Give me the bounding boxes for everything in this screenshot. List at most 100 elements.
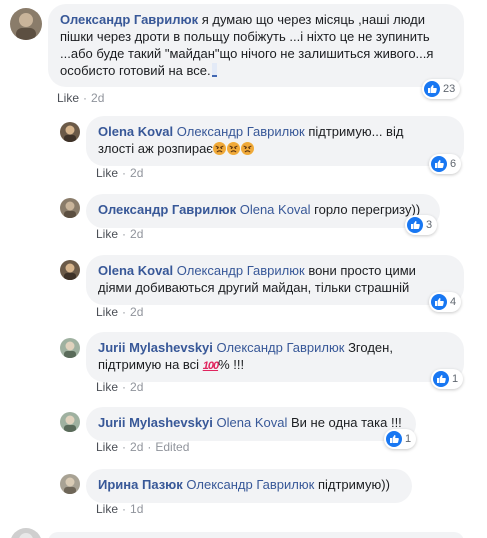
separator: · bbox=[122, 380, 127, 394]
comment-actions: Like · 2d bbox=[96, 166, 143, 180]
avatar[interactable] bbox=[10, 528, 42, 538]
reaction-number: 1 bbox=[405, 433, 412, 445]
timestamp[interactable]: 2d bbox=[130, 305, 143, 319]
comment-text: Ви не одна така !!! bbox=[290, 415, 402, 430]
comment-author[interactable]: Олександр Гаврилюк bbox=[98, 202, 236, 217]
angry-face-emoji bbox=[240, 142, 254, 155]
like-button[interactable]: Like bbox=[96, 305, 118, 319]
comment-text: пішки через дроти в польщу побіжуть ...і… bbox=[60, 29, 430, 44]
reply: Ирина Пазюк Олександр Гаврилюк підтримую… bbox=[0, 464, 487, 520]
comment-actions: Like · 1d bbox=[96, 502, 143, 516]
comment-text: я думаю що через місяць ,наші люди bbox=[201, 12, 426, 27]
reply: Олександр Гаврилюк Olena Koval горло пер… bbox=[0, 190, 487, 246]
avatar[interactable] bbox=[60, 198, 80, 218]
text-cursor bbox=[211, 63, 217, 77]
like-button[interactable]: Like bbox=[96, 380, 118, 394]
reaction-number: 6 bbox=[450, 158, 457, 170]
reaction-number: 1 bbox=[452, 373, 459, 385]
comment-text: % !!! bbox=[218, 357, 245, 372]
avatar[interactable] bbox=[60, 260, 80, 280]
thumbs-up-icon bbox=[431, 156, 447, 172]
reply: Jurii Mylashevskyi Olena Koval Ви не одн… bbox=[0, 404, 487, 460]
like-button[interactable]: Like bbox=[96, 440, 118, 454]
like-button[interactable]: Like bbox=[96, 227, 118, 241]
comment-actions: Like · 2d bbox=[96, 380, 143, 394]
angry-face-emoji bbox=[226, 142, 240, 155]
mention-link[interactable]: Олександр Гаврилюк bbox=[177, 124, 305, 139]
like-button[interactable]: Like bbox=[96, 166, 118, 180]
reaction-number: 23 bbox=[443, 83, 456, 95]
comment-bubble: Олександр Гаврилюк я думаю що через міся… bbox=[48, 4, 464, 87]
comment-actions: Like · 2d bbox=[57, 91, 104, 105]
mention-link[interactable]: Olena Koval bbox=[240, 202, 311, 217]
timestamp[interactable]: 2d bbox=[130, 440, 143, 454]
comment-text: підтримую на всі bbox=[98, 357, 200, 372]
mention-link[interactable]: Olena Koval bbox=[217, 415, 288, 430]
avatar[interactable] bbox=[60, 338, 80, 358]
comment-bubble: Ирина Пазюк Олександр Гаврилюк підтримую… bbox=[86, 469, 412, 503]
comment-bubble: Olena Koval Олександр Гаврилюк вони прос… bbox=[86, 255, 464, 305]
thumbs-up-icon bbox=[433, 371, 449, 387]
reaction-count[interactable]: 1 bbox=[431, 369, 464, 389]
comment-bubble: Jurii Mylashevskyi Олександр Гаврилюк Зг… bbox=[86, 332, 464, 382]
timestamp[interactable]: 2d bbox=[130, 227, 143, 241]
separator: · bbox=[122, 166, 127, 180]
comment-author[interactable]: Jurii Mylashevskyi bbox=[98, 340, 213, 355]
like-button[interactable]: Like bbox=[96, 502, 118, 516]
timestamp[interactable]: 1d bbox=[130, 502, 143, 516]
reaction-count[interactable]: 23 bbox=[422, 79, 461, 99]
comment-text: підтримую... від bbox=[308, 124, 404, 139]
edited-label[interactable]: Edited bbox=[155, 440, 189, 454]
comment-text: вони просто цими bbox=[308, 263, 416, 278]
reaction-number: 3 bbox=[426, 219, 433, 231]
avatar[interactable] bbox=[60, 474, 80, 494]
thumbs-up-icon bbox=[424, 81, 440, 97]
separator: · bbox=[147, 440, 152, 454]
timestamp[interactable]: 2d bbox=[130, 380, 143, 394]
comment-author[interactable]: Олександр Гаврилюк bbox=[60, 12, 198, 27]
timestamp[interactable]: 2d bbox=[130, 166, 143, 180]
comment-thread: Олександр Гаврилюк я думаю що через міся… bbox=[0, 0, 487, 110]
comment-author[interactable]: Olena Koval bbox=[98, 263, 173, 278]
comment-text: злості аж розпирає bbox=[98, 141, 213, 156]
timestamp[interactable]: 2d bbox=[91, 91, 104, 105]
reaction-number: 4 bbox=[450, 296, 457, 308]
comment-text: особисто готовий на все. bbox=[60, 63, 211, 78]
reaction-count[interactable]: 3 bbox=[405, 215, 438, 235]
reply: Olena Koval Олександр Гаврилюк підтримую… bbox=[0, 110, 487, 185]
thumbs-up-icon bbox=[386, 431, 402, 447]
mention-link[interactable]: Олександр Гаврилюк bbox=[186, 477, 314, 492]
comment-text: Згоден, bbox=[348, 340, 393, 355]
mention-link[interactable]: Олександр Гаврилюк bbox=[217, 340, 345, 355]
angry-face-emoji bbox=[212, 142, 226, 155]
comment-author[interactable]: Olena Koval bbox=[98, 124, 173, 139]
comment-actions: Like · 2d · Edited bbox=[96, 440, 189, 454]
separator: · bbox=[122, 440, 127, 454]
separator: · bbox=[122, 502, 127, 516]
thumbs-up-icon bbox=[407, 217, 423, 233]
separator: · bbox=[83, 91, 88, 105]
comment-author[interactable]: Ирина Пазюк bbox=[98, 477, 183, 492]
avatar[interactable] bbox=[60, 122, 80, 142]
thumbs-up-icon bbox=[431, 294, 447, 310]
separator: · bbox=[122, 305, 127, 319]
comment-text: підтримую)) bbox=[317, 477, 390, 492]
separator: · bbox=[122, 227, 127, 241]
avatar[interactable] bbox=[10, 8, 42, 40]
comment-bubble: Олександр Гаврилюк Olena Koval горло пер… bbox=[86, 194, 440, 228]
comment-text: діями добиваються другий майдан, тільки … bbox=[98, 280, 410, 295]
mention-link[interactable]: Олександр Гаврилюк bbox=[177, 263, 305, 278]
comment-bubble-partial bbox=[48, 532, 464, 538]
like-button[interactable]: Like bbox=[57, 91, 79, 105]
comment-bubble: Jurii Mylashevskyi Olena Koval Ви не одн… bbox=[86, 407, 416, 441]
avatar[interactable] bbox=[60, 412, 80, 432]
comment-bubble: Olena Koval Олександр Гаврилюк підтримую… bbox=[86, 116, 464, 166]
reply: Olena Koval Олександр Гаврилюк вони прос… bbox=[0, 250, 487, 324]
reaction-count[interactable]: 4 bbox=[429, 292, 462, 312]
comment-text: ...або буде такий "майдан"що нічого не з… bbox=[60, 46, 434, 61]
reaction-count[interactable]: 6 bbox=[429, 154, 462, 174]
hundred-points-emoji: 100 bbox=[202, 360, 219, 372]
comment-actions: Like · 2d bbox=[96, 305, 143, 319]
reaction-count[interactable]: 1 bbox=[384, 429, 417, 449]
comment-author[interactable]: Jurii Mylashevskyi bbox=[98, 415, 213, 430]
